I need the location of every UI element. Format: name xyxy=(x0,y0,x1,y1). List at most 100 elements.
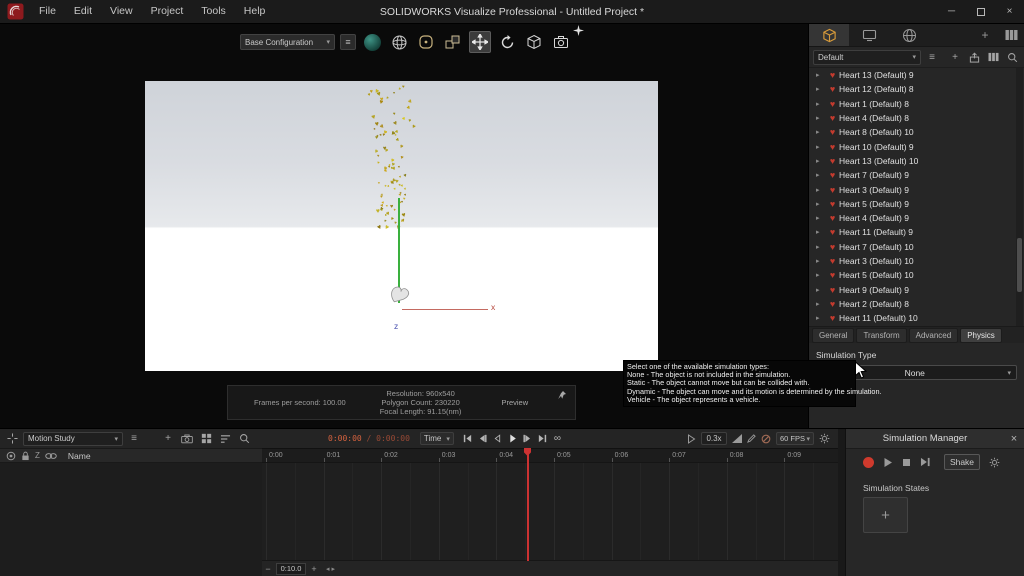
step-back-button[interactable] xyxy=(475,431,490,446)
move-tool-button[interactable] xyxy=(469,31,491,53)
tree-item[interactable]: ▸ ♥ Heart 2 (Default) 8 xyxy=(809,297,1024,311)
render-mode-sphere-button[interactable] xyxy=(361,31,383,53)
expand-arrow-icon[interactable]: ▸ xyxy=(816,214,826,222)
menu-help[interactable]: Help xyxy=(235,0,275,23)
sim-play-button[interactable] xyxy=(883,457,893,468)
sim-stop-button[interactable] xyxy=(902,458,911,467)
toolbar-menu-icon[interactable]: ≡ xyxy=(340,34,356,50)
collection-select[interactable]: Default ▾ xyxy=(813,49,921,65)
minimize-button[interactable]: ─ xyxy=(937,0,966,24)
play-back-button[interactable] xyxy=(490,431,505,446)
maximize-button[interactable] xyxy=(966,0,995,24)
search-icon[interactable] xyxy=(1004,49,1020,65)
expand-arrow-icon[interactable]: ▸ xyxy=(816,300,826,308)
tab-cameras[interactable] xyxy=(849,24,889,46)
tree-item[interactable]: ▸ ♥ Heart 13 (Default) 9 xyxy=(809,68,1024,82)
expand-arrow-icon[interactable]: ▸ xyxy=(816,200,826,208)
model-object[interactable] xyxy=(386,285,410,305)
configuration-select[interactable]: Base Configuration ▾ xyxy=(240,34,335,50)
playback-speed-input[interactable]: 0.3x xyxy=(701,432,727,445)
step-forward-button[interactable] xyxy=(520,431,535,446)
skip-start-button[interactable] xyxy=(460,431,475,446)
tree-item[interactable]: ▸ ♥ Heart 5 (Default) 9 xyxy=(809,197,1024,211)
sort-filter-icon[interactable] xyxy=(217,431,233,447)
render-tool-button[interactable] xyxy=(550,31,572,53)
simulation-settings-icon[interactable] xyxy=(989,457,1000,468)
expand-arrow-icon[interactable]: ▸ xyxy=(816,271,826,279)
tree-item[interactable]: ▸ ♥ Heart 11 (Default) 10 xyxy=(809,311,1024,325)
columns-icon[interactable] xyxy=(985,49,1001,65)
add-simulation-state-button[interactable]: + xyxy=(863,497,908,533)
expand-arrow-icon[interactable]: ▸ xyxy=(816,128,826,136)
close-button[interactable]: × xyxy=(995,0,1024,24)
export-icon[interactable] xyxy=(966,49,982,65)
expand-arrow-icon[interactable]: ▸ xyxy=(816,157,826,165)
close-icon[interactable]: × xyxy=(1004,433,1024,445)
time-mode-select[interactable]: Time ▾ xyxy=(419,432,454,445)
tree-item[interactable]: ▸ ♥ Heart 4 (Default) 9 xyxy=(809,211,1024,225)
timeline-settings-icon[interactable] xyxy=(819,433,830,444)
add-model-button[interactable]: + xyxy=(947,49,963,65)
panel-divider[interactable] xyxy=(838,429,845,576)
zigzag-key-icon[interactable]: Z xyxy=(35,451,40,460)
record-button[interactable] xyxy=(863,456,874,468)
disable-keys-icon[interactable] xyxy=(761,434,771,444)
lock-icon[interactable] xyxy=(21,451,30,461)
pin-icon[interactable] xyxy=(557,390,567,400)
tree-item[interactable]: ▸ ♥ Heart 1 (Default) 8 xyxy=(809,97,1024,111)
model-stack-button[interactable] xyxy=(442,31,464,53)
panel-layout-icon[interactable] xyxy=(998,24,1024,46)
menu-view[interactable]: View xyxy=(101,0,142,23)
sim-skip-end-button[interactable] xyxy=(920,457,931,467)
speed-ramp-icon[interactable] xyxy=(732,434,742,443)
tree-item[interactable]: ▸ ♥ Heart 7 (Default) 9 xyxy=(809,168,1024,182)
tree-item[interactable]: ▸ ♥ Heart 3 (Default) 10 xyxy=(809,254,1024,268)
link-icon[interactable] xyxy=(45,452,57,460)
tree-item[interactable]: ▸ ♥ Heart 7 (Default) 10 xyxy=(809,240,1024,254)
expand-arrow-icon[interactable]: ▸ xyxy=(816,186,826,194)
playhead[interactable] xyxy=(524,448,531,561)
tree-item[interactable]: ▸ ♥ Heart 10 (Default) 9 xyxy=(809,139,1024,153)
expand-arrow-icon[interactable]: ▸ xyxy=(816,286,826,294)
loop-button[interactable]: ∞ xyxy=(550,431,565,446)
expand-arrow-icon[interactable]: ▸ xyxy=(816,114,826,122)
tab-general[interactable]: General xyxy=(812,327,855,343)
expand-arrow-icon[interactable]: ▸ xyxy=(816,243,826,251)
collection-menu-icon[interactable]: ≡ xyxy=(924,49,940,65)
tree-item[interactable]: ▸ ♥ Heart 5 (Default) 10 xyxy=(809,268,1024,282)
fps-select[interactable]: 60 FPS ▾ xyxy=(776,432,814,445)
tab-models[interactable] xyxy=(809,24,849,46)
tree-item[interactable]: ▸ ♥ Heart 13 (Default) 10 xyxy=(809,154,1024,168)
keyframe-pencil-icon[interactable] xyxy=(747,434,756,443)
expand-arrow-icon[interactable]: ▸ xyxy=(816,143,826,151)
skip-end-button[interactable] xyxy=(535,431,550,446)
motion-study-menu-icon[interactable]: ≡ xyxy=(126,431,142,447)
add-palette-tab-button[interactable]: + xyxy=(972,24,998,46)
zoom-out-button[interactable]: − xyxy=(263,564,273,574)
tree-item[interactable]: ▸ ♥ Heart 11 (Default) 9 xyxy=(809,225,1024,239)
tab-physics[interactable]: Physics xyxy=(960,327,1002,343)
camera-icon[interactable] xyxy=(179,431,195,447)
expand-arrow-icon[interactable]: ▸ xyxy=(816,171,826,179)
rotate-tool-button[interactable] xyxy=(496,31,518,53)
tab-environments[interactable] xyxy=(889,24,929,46)
visibility-icon[interactable] xyxy=(6,451,16,461)
wireframe-sphere-button[interactable] xyxy=(388,31,410,53)
tree-item[interactable]: ▸ ♥ Heart 4 (Default) 8 xyxy=(809,111,1024,125)
menu-file[interactable]: File xyxy=(30,0,65,23)
add-track-button[interactable]: + xyxy=(160,431,176,447)
timeline-body[interactable] xyxy=(262,462,838,560)
expand-arrow-icon[interactable]: ▸ xyxy=(816,100,826,108)
expand-arrow-icon[interactable]: ▸ xyxy=(816,71,826,79)
scale-box-button[interactable] xyxy=(523,31,545,53)
scrollbar-thumb[interactable] xyxy=(1017,238,1022,292)
tree-item[interactable]: ▸ ♥ Heart 8 (Default) 10 xyxy=(809,125,1024,139)
search-icon[interactable] xyxy=(236,431,252,447)
menu-edit[interactable]: Edit xyxy=(65,0,101,23)
appearance-cushion-button[interactable] xyxy=(415,31,437,53)
tree-scrollbar[interactable] xyxy=(1016,68,1023,326)
expand-arrow-icon[interactable]: ▸ xyxy=(816,85,826,93)
tab-advanced[interactable]: Advanced xyxy=(908,327,959,343)
expand-arrow-icon[interactable]: ▸ xyxy=(816,228,826,236)
zoom-in-button[interactable]: + xyxy=(309,564,319,574)
